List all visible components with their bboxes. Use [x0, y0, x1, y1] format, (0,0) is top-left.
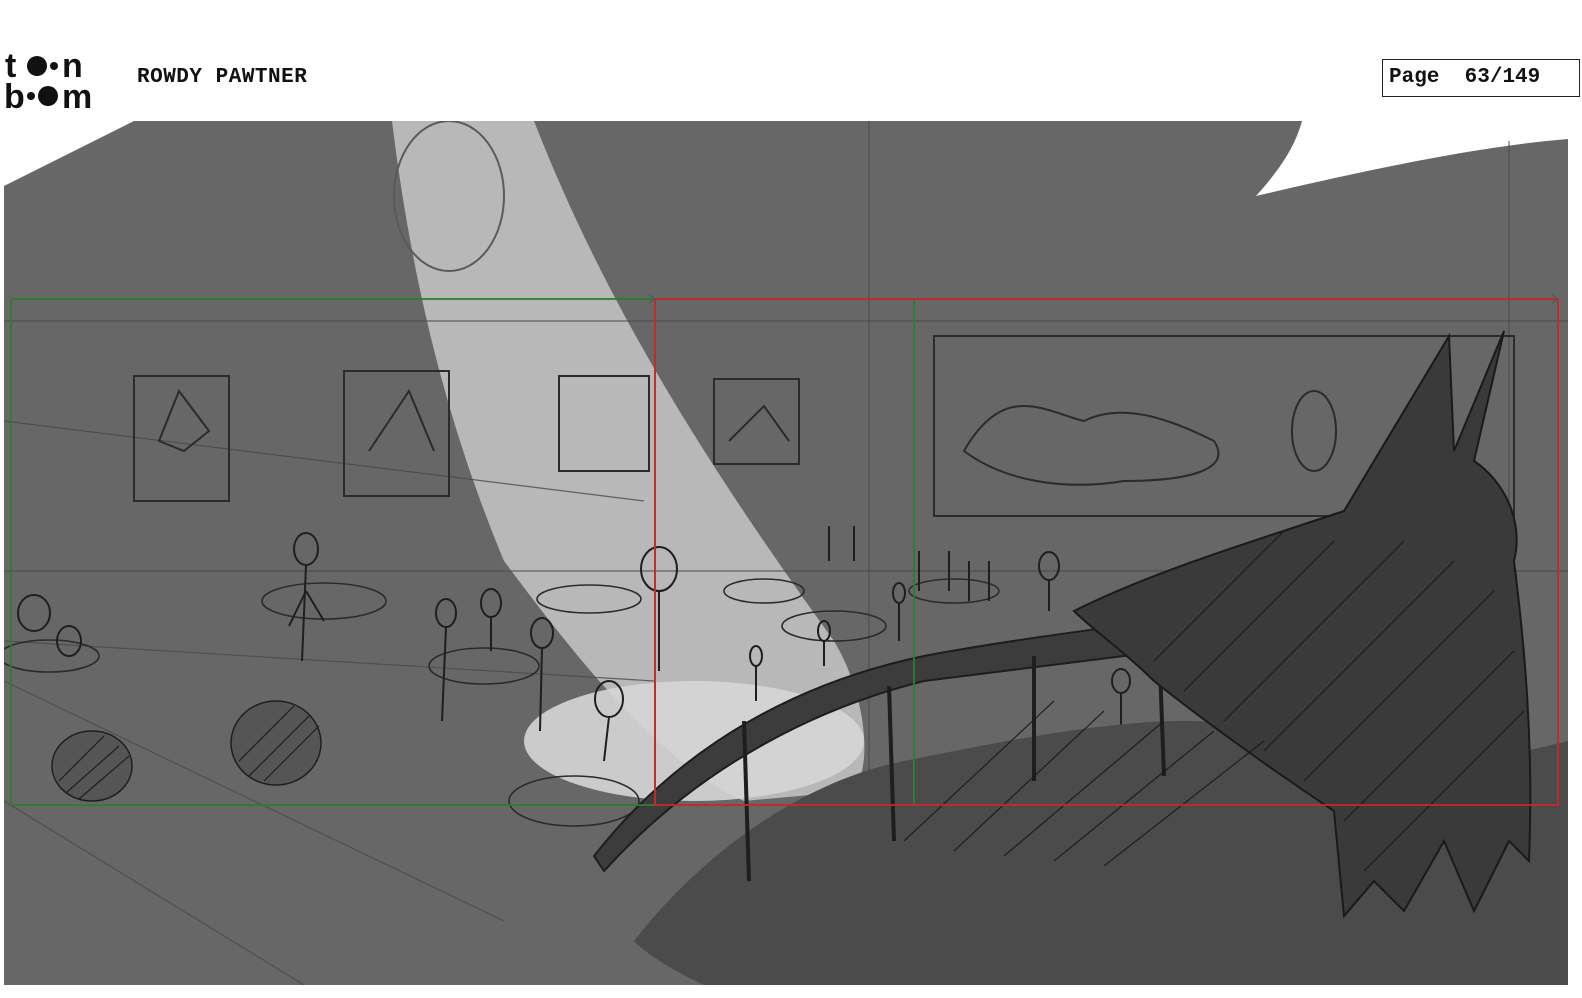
toonboom-logo: t n b m — [4, 48, 92, 110]
panel-corner-white-right — [1256, 121, 1568, 196]
panel-corner-white-left — [4, 121, 134, 186]
project-title: ROWDY PAWTNER — [137, 66, 308, 89]
page-label: Page — [1389, 66, 1440, 89]
wall-picture-4 — [713, 378, 800, 465]
wall-picture-2 — [343, 370, 450, 497]
svg-text:b: b — [4, 78, 25, 110]
storyboard-panel — [4, 121, 1568, 985]
page-indicator: Page 63/149 — [1382, 59, 1580, 97]
svg-text:m: m — [62, 78, 92, 110]
panel-sketch — [4, 121, 1568, 985]
page-number: 63/149 — [1464, 66, 1541, 89]
